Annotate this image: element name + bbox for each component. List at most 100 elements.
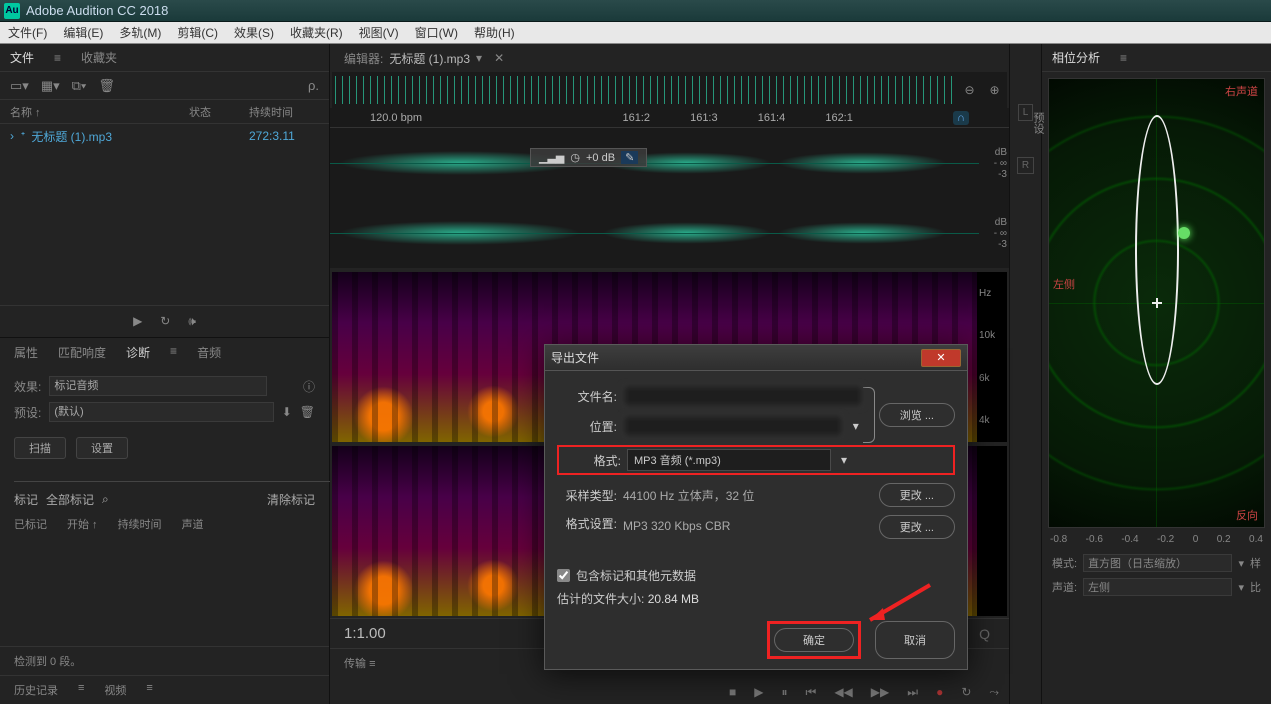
marker-tab[interactable]: 标记 bbox=[14, 491, 38, 508]
mode-select[interactable]: 直方图（日志缩放） bbox=[1083, 554, 1232, 572]
tab-audio[interactable]: 音频 bbox=[197, 344, 221, 361]
change-format-button[interactable]: 更改 ... bbox=[879, 515, 955, 539]
effect-combo[interactable]: 标记音频 bbox=[49, 376, 267, 396]
menu-multitrack[interactable]: 多轨(M) bbox=[119, 24, 161, 41]
phase-title[interactable]: 相位分析 bbox=[1052, 49, 1100, 66]
dialog-close-button[interactable]: ✕ bbox=[921, 349, 961, 367]
format-dropdown-icon[interactable]: ▾ bbox=[837, 453, 851, 467]
preset-combo[interactable]: (默认) bbox=[49, 402, 273, 422]
mcol-duration[interactable]: 持续时间 bbox=[118, 516, 162, 532]
chan-more[interactable]: 比 bbox=[1250, 579, 1261, 595]
volume-hud[interactable]: ▁▃▅ ◷ +0 dB ✎ bbox=[530, 148, 647, 167]
loop-icon[interactable]: ↻ bbox=[160, 314, 170, 329]
tab-menu-icon[interactable]: ≡ bbox=[54, 51, 61, 65]
filename-field[interactable] bbox=[623, 385, 863, 407]
level-r[interactable]: R bbox=[1017, 157, 1034, 174]
col-name[interactable]: 名称 ↑ bbox=[10, 104, 189, 120]
files-panel-tabs: 文件 ≡ 收藏夹 bbox=[0, 44, 329, 72]
skip-icon[interactable]: ⤳ bbox=[989, 685, 999, 700]
to-end-icon[interactable]: ⏭ bbox=[907, 685, 918, 700]
all-markers-tab[interactable]: 全部标记 bbox=[46, 491, 94, 508]
export-dialog: 导出文件 ✕ 文件名: 位置: ▾ 浏览 ... 格式: MP bbox=[544, 344, 968, 670]
ok-button[interactable]: 确定 bbox=[774, 628, 854, 652]
panel-menu-icon[interactable]: ≡ bbox=[170, 344, 177, 361]
video-menu-icon[interactable]: ≡ bbox=[146, 682, 152, 698]
menu-file[interactable]: 文件(F) bbox=[8, 24, 47, 41]
clear-markers[interactable]: 清除标记 bbox=[267, 491, 315, 508]
menu-effects[interactable]: 效果(S) bbox=[234, 24, 274, 41]
overview-waveform[interactable]: ⊖ ⊕ bbox=[332, 72, 1007, 108]
pause-icon[interactable]: ⏸ bbox=[782, 685, 788, 700]
forward-icon[interactable]: ▶▶ bbox=[871, 685, 889, 700]
menu-favorites[interactable]: 收藏夹(R) bbox=[290, 24, 343, 41]
diagnostics-search[interactable] bbox=[14, 469, 343, 482]
tab-video[interactable]: 视频 bbox=[104, 682, 126, 698]
zoom-out-icon[interactable]: ⊖ bbox=[964, 83, 974, 97]
mcol-marked[interactable]: 已标记 bbox=[14, 516, 47, 532]
tab-files[interactable]: 文件 bbox=[10, 49, 34, 66]
stop-icon[interactable]: ■ bbox=[729, 685, 736, 700]
mcol-start[interactable]: 开始 ↑ bbox=[67, 516, 98, 532]
info-icon[interactable]: ⓘ bbox=[303, 378, 315, 395]
phase-menu-icon[interactable]: ≡ bbox=[1120, 51, 1127, 65]
record-icon[interactable]: ● bbox=[936, 685, 943, 700]
history-menu-icon[interactable]: ≡ bbox=[78, 682, 84, 698]
cancel-button[interactable]: 取消 bbox=[875, 621, 955, 659]
phase-scope[interactable]: 右声道 左侧 反向 bbox=[1048, 78, 1265, 528]
browse-button[interactable]: 浏览 ... bbox=[879, 403, 955, 427]
settings-button[interactable]: 设置 bbox=[76, 437, 128, 459]
tab-diagnostics[interactable]: 诊断 bbox=[126, 344, 150, 361]
play-icon[interactable]: ▶ bbox=[133, 314, 142, 329]
delete-preset-icon[interactable]: 🗑 bbox=[300, 405, 315, 419]
tab-properties[interactable]: 属性 bbox=[14, 344, 38, 361]
format-field[interactable]: MP3 音频 (*.mp3) bbox=[627, 449, 831, 471]
waveform-right[interactable]: dB- ∞-3 bbox=[330, 198, 1009, 268]
search-marker-icon[interactable]: ⌕ bbox=[102, 492, 109, 507]
transfer-menu-icon[interactable]: ≡ bbox=[369, 658, 375, 670]
zoom-in-icon[interactable]: ⊕ bbox=[989, 83, 999, 97]
editor-filename[interactable]: 无标题 (1).mp3 bbox=[389, 50, 470, 67]
tab-loudness[interactable]: 匹配响度 bbox=[58, 344, 106, 361]
edit-hud-icon[interactable]: ✎ bbox=[621, 151, 638, 164]
menu-edit[interactable]: 编辑(E) bbox=[63, 24, 103, 41]
play2-icon[interactable]: ▶ bbox=[754, 685, 763, 700]
tab-favorites[interactable]: 收藏夹 bbox=[81, 49, 117, 66]
menu-clip[interactable]: 剪辑(C) bbox=[177, 24, 218, 41]
rewind-icon[interactable]: ◀◀ bbox=[834, 685, 852, 700]
include-metadata-checkbox[interactable] bbox=[557, 569, 570, 582]
filename-label: 文件名: bbox=[557, 388, 617, 405]
transport-controls: ■ ▶ ⏸ ⏮ ◀◀ ▶▶ ⏭ ● ↻ ⤳ bbox=[729, 685, 999, 700]
new-file-icon[interactable]: ▦▾ bbox=[41, 78, 60, 94]
mcol-channel[interactable]: 声道 bbox=[182, 516, 204, 532]
col-status[interactable]: 状态 bbox=[189, 104, 249, 120]
tab-history[interactable]: 历史记录 bbox=[14, 682, 58, 698]
change-sample-button[interactable]: 更改 ... bbox=[879, 483, 955, 507]
preset-label: 预设: bbox=[14, 404, 41, 421]
to-start-icon[interactable]: ⏮ bbox=[806, 685, 817, 700]
location-dropdown-icon[interactable]: ▾ bbox=[849, 419, 863, 433]
file-row[interactable]: › ᕀ无标题 (1).mp3 272:3.11 bbox=[0, 124, 329, 148]
menu-help[interactable]: 帮助(H) bbox=[474, 24, 515, 41]
volume-icon[interactable]: 🕪 bbox=[188, 314, 196, 329]
delete-icon[interactable]: 🗑 bbox=[98, 78, 115, 94]
time-ruler[interactable]: 120.0 bpm 161:2 161:3 161:4 162:1 ∩ bbox=[330, 108, 1009, 128]
open-file-icon[interactable]: ▭▾ bbox=[10, 78, 29, 94]
loop2-icon[interactable]: ↻ bbox=[961, 685, 971, 700]
col-duration[interactable]: 持续时间 bbox=[249, 104, 319, 120]
zoom-tool-icon[interactable]: Q bbox=[979, 626, 990, 642]
dialog-title: 导出文件 bbox=[551, 349, 921, 366]
diagnostics-status: 检测到 0 段。 bbox=[0, 646, 329, 675]
chan-select[interactable]: 左侧 bbox=[1083, 578, 1232, 596]
waveform-left[interactable]: dB- ∞-3 ▁▃▅ ◷ +0 dB ✎ bbox=[330, 128, 1009, 198]
mode-more[interactable]: 样 bbox=[1250, 555, 1261, 571]
sample-label: 采样类型: bbox=[557, 487, 617, 504]
menu-view[interactable]: 视图(V) bbox=[359, 24, 399, 41]
search-icon[interactable]: ρ. bbox=[308, 78, 319, 93]
menu-window[interactable]: 窗口(W) bbox=[415, 24, 458, 41]
location-field[interactable] bbox=[623, 415, 843, 437]
save-preset-icon[interactable]: ⬇ bbox=[282, 405, 292, 419]
import-icon[interactable]: ⧉▾ bbox=[72, 78, 87, 94]
snap-icon[interactable]: ∩ bbox=[953, 111, 969, 125]
timecode-value[interactable]: 1:1.00 bbox=[344, 625, 386, 642]
scan-button[interactable]: 扫描 bbox=[14, 437, 66, 459]
